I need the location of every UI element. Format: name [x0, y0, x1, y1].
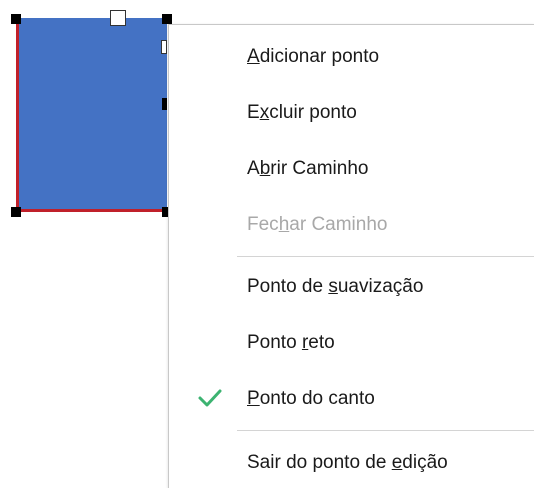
vertex-top-left[interactable] — [11, 14, 21, 24]
menu-item-label: Excluir ponto — [247, 102, 357, 123]
canvas: Adicionar ponto Excluir ponto Abrir Cami… — [0, 0, 534, 488]
vertex-bottom-left[interactable] — [11, 207, 21, 217]
menu-item-ponto-do-canto[interactable]: Ponto do canto — [169, 371, 534, 427]
menu-item-label: Ponto reto — [247, 332, 335, 353]
context-menu: Adicionar ponto Excluir ponto Abrir Cami… — [168, 24, 534, 488]
menu-item-fechar-caminho: Fechar Caminho — [169, 197, 534, 253]
menu-item-excluir-ponto[interactable]: Excluir ponto — [169, 85, 534, 141]
menu-item-label: Ponto do canto — [247, 388, 375, 409]
menu-item-adicionar-ponto[interactable]: Adicionar ponto — [169, 29, 534, 85]
menu-item-label: Ponto de suavização — [247, 276, 424, 297]
menu-item-label: Sair do ponto de edição — [247, 452, 448, 473]
menu-item-sair-edicao[interactable]: Sair do ponto de edição — [169, 435, 534, 488]
bezier-handle-right-mid[interactable] — [162, 98, 167, 110]
bezier-handle-right[interactable] — [161, 40, 167, 54]
menu-item-ponto-reto[interactable]: Ponto reto — [169, 315, 534, 371]
menu-separator — [237, 256, 534, 257]
menu-item-ponto-suavizacao[interactable]: Ponto de suavização — [169, 259, 534, 315]
menu-separator — [237, 430, 534, 431]
rectangle-shape[interactable] — [16, 18, 167, 212]
menu-item-abrir-caminho[interactable]: Abrir Caminho — [169, 141, 534, 197]
menu-item-label: Adicionar ponto — [247, 46, 380, 67]
menu-item-label: Abrir Caminho — [247, 158, 369, 179]
vertex-top-right[interactable] — [162, 14, 172, 24]
checkmark-icon — [198, 389, 222, 407]
bezier-handle-top[interactable] — [110, 10, 126, 26]
menu-item-label: Fechar Caminho — [247, 214, 388, 235]
